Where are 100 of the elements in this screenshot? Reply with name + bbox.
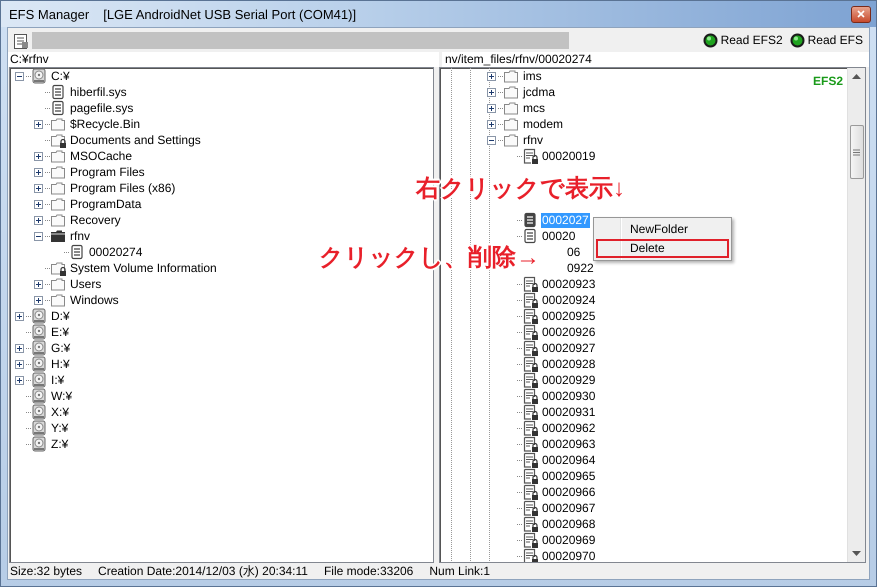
status-text: Creation Date:2014/12/03 (水) 20:34:11 (98, 562, 308, 580)
document-icon (522, 228, 538, 244)
tree-item[interactable]: Z:¥ (50, 436, 70, 452)
tree-item[interactable]: I:¥ (50, 372, 66, 388)
tree-item[interactable]: hiberfil.sys (69, 84, 128, 100)
tree-toggle[interactable] (487, 136, 496, 144)
tree-item[interactable]: System Volume Information (69, 260, 218, 276)
read-button[interactable]: Read EFS (788, 32, 865, 48)
tree-item[interactable]: 00020967 (541, 500, 596, 516)
tree-item[interactable]: C:¥ (50, 68, 71, 84)
read-button[interactable]: Read EFS2 (700, 32, 785, 48)
tree-toggle[interactable] (15, 72, 24, 80)
tree-item[interactable]: Program Files (69, 164, 146, 180)
status-text: Num Link:1 (429, 564, 490, 578)
locked-document-icon (522, 516, 538, 532)
tree-toggle[interactable] (487, 88, 496, 96)
tree-item[interactable]: 00020969 (541, 532, 596, 548)
window-title: EFS Manager (9, 6, 90, 22)
tree-item[interactable]: jcdma (522, 84, 556, 100)
tree-item[interactable]: 00020966 (541, 484, 596, 500)
menu-item[interactable]: NewFolder (596, 220, 729, 239)
path-label: C:¥rfnv (8, 52, 439, 67)
tree-toggle[interactable] (15, 360, 24, 368)
tree-item[interactable]: 00020274 (88, 244, 144, 260)
locked-document-icon (522, 468, 538, 484)
tree-item[interactable]: 00020930 (541, 388, 596, 404)
tree-item[interactable]: Users (69, 276, 102, 292)
scrollbar[interactable] (847, 68, 865, 562)
tree-item[interactable]: X:¥ (50, 404, 70, 420)
tree-toggle[interactable] (34, 232, 43, 240)
tree-item[interactable]: 00020924 (541, 292, 596, 308)
document-icon (69, 244, 85, 260)
tree-item[interactable]: ProgramData (69, 196, 142, 212)
tree-item[interactable]: Documents and Settings (69, 132, 202, 148)
tree-item[interactable]: Y:¥ (50, 420, 70, 436)
locked-document-icon (522, 148, 538, 164)
tree-toggle[interactable] (34, 216, 43, 224)
tree-item[interactable]: 00020929 (541, 372, 596, 388)
close-icon (857, 10, 865, 18)
tree-toggle[interactable] (34, 280, 43, 288)
tree-item[interactable]: Recovery (69, 212, 122, 228)
tree-item[interactable]: 00020927 (541, 340, 596, 356)
tree-toggle[interactable] (34, 184, 43, 192)
tree-item[interactable]: Program Files (x86) (69, 180, 176, 196)
tree-toggle[interactable] (34, 120, 43, 128)
tree-item[interactable]: 00020019 (541, 148, 596, 164)
tree-item[interactable]: 00020931 (541, 404, 596, 420)
tree-item[interactable]: 00020965 (541, 468, 596, 484)
tree-item[interactable]: 00020923 (541, 276, 596, 292)
tree-toggle[interactable] (487, 120, 496, 128)
scroll-down-icon[interactable] (852, 551, 861, 556)
tree-item[interactable]: 00020 (541, 228, 576, 244)
tree-toggle[interactable] (487, 72, 496, 80)
close-button[interactable] (851, 6, 871, 22)
tree-item[interactable]: modem (522, 116, 564, 132)
tree-item[interactable]: pagefile.sys (69, 100, 134, 116)
tree-item[interactable]: mcs (522, 100, 546, 116)
tree-toggle[interactable] (15, 376, 24, 384)
tree-item[interactable]: 00020968 (541, 516, 596, 532)
tree-toggle[interactable] (34, 152, 43, 160)
scroll-up-icon[interactable] (852, 74, 861, 79)
locked-document-icon (522, 484, 538, 500)
document-icon (50, 100, 66, 116)
scroll-thumb[interactable] (850, 125, 864, 179)
tree-item[interactable]: 00020964 (541, 452, 596, 468)
locked-document-icon (522, 372, 538, 388)
tree-toggle[interactable] (487, 104, 496, 112)
path-label: nv/item_files/rfnv/00020274 (442, 52, 869, 67)
tree-item[interactable]: 06 (566, 244, 582, 260)
tree-item[interactable]: 00020962 (541, 420, 596, 436)
led-icon (790, 32, 805, 48)
tree-item[interactable]: E:¥ (50, 324, 70, 340)
tree-item[interactable]: 00020926 (541, 324, 596, 340)
tree-item[interactable]: H:¥ (50, 356, 71, 372)
tree-toggle[interactable] (34, 296, 43, 304)
tree-toggle[interactable] (34, 200, 43, 208)
tree-item[interactable]: $Recycle.Bin (69, 116, 142, 132)
locked-document-icon (522, 404, 538, 420)
status-text: File mode:33206 (324, 564, 414, 578)
tree-item[interactable]: rfnv (522, 132, 544, 148)
tree-item[interactable]: W:¥ (50, 388, 74, 404)
locked-document-icon (522, 292, 538, 308)
tree-item[interactable]: ims (522, 68, 543, 84)
locked-document-icon (522, 324, 538, 340)
tree-toggle[interactable] (15, 312, 24, 320)
tree-item[interactable]: 0922 (566, 260, 595, 276)
efs-label: EFS2 (812, 74, 843, 88)
tree-item[interactable]: Windows (69, 292, 120, 308)
menu-item[interactable]: Delete (596, 239, 729, 258)
tree-item[interactable]: 00020963 (541, 436, 596, 452)
tree-item[interactable]: MSOCache (69, 148, 134, 164)
tree-item[interactable]: 00020928 (541, 356, 596, 372)
tree-toggle[interactable] (15, 344, 24, 352)
tree-toggle[interactable] (34, 168, 43, 176)
tree-item[interactable]: 00020970 (541, 548, 596, 562)
tree-item[interactable]: G:¥ (50, 340, 72, 356)
tree-item[interactable]: rfnv (69, 228, 92, 244)
tree-item[interactable]: 00020925 (541, 308, 596, 324)
tree-item[interactable]: D:¥ (50, 308, 71, 324)
document-icon (50, 84, 66, 100)
